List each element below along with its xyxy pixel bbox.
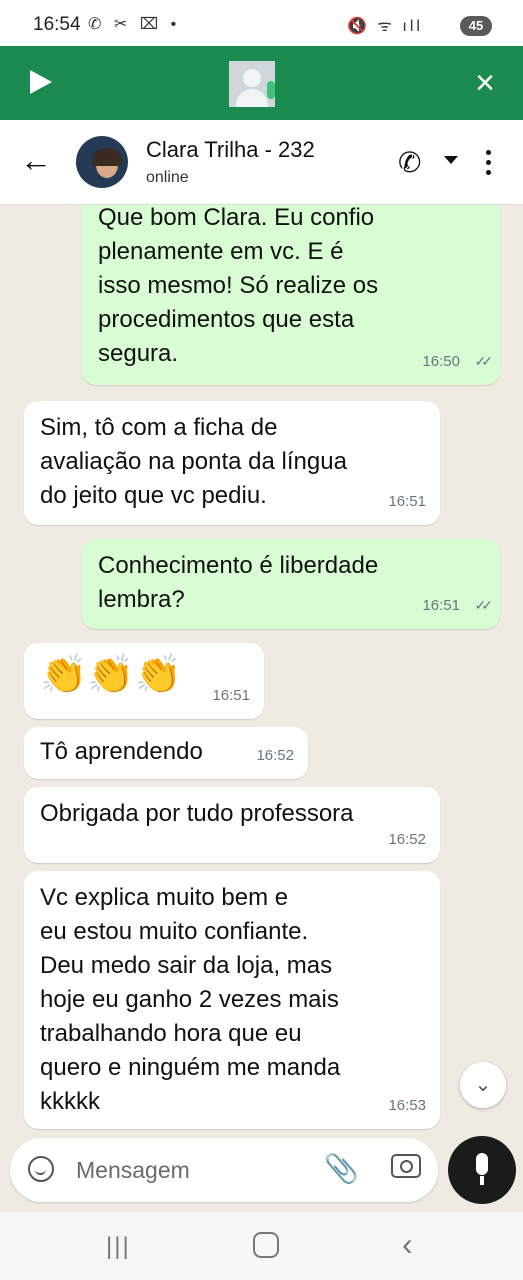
recents-icon[interactable]: ||| [106,1233,131,1261]
battery-icon: 45 [460,16,492,36]
message-time: 16:51 [212,687,250,704]
status-bar: 16:54 ✆ ✂ ⌧ • 🔇 ᯤ ıll 45 [0,0,523,46]
mic-icon [267,81,275,99]
status-time: 16:54 [33,14,81,35]
message-bubble[interactable]: Obrigada por tudo professora 16:52 [24,787,440,863]
message-time: 16:52 [388,831,426,848]
mic-stand [480,1176,484,1185]
voice-record-button[interactable] [448,1136,516,1204]
message-time: 16:51 [388,493,426,510]
message-bubble[interactable]: Sim, tô com a ficha de avaliação na pont… [24,401,440,525]
message-text: Obrigada por tudo professora [40,800,354,827]
message-time: 16:52 [256,747,294,764]
message-time: 16:51 [422,597,460,614]
chat-header: ← Clara Trilha - 232 online ✆ [0,120,523,205]
message-text: Vc explica muito bem e eu estou muito co… [40,884,341,1115]
clapping-hands-icon: 👏👏👏 [40,654,182,696]
emoji-icon[interactable] [28,1156,54,1182]
home-icon[interactable] [253,1232,279,1258]
ongoing-call-bar[interactable]: × [0,46,523,120]
mic-icon [476,1153,488,1175]
message-bubble[interactable]: Vc explica muito bem e eu estou muito co… [24,871,440,1129]
call-avatar[interactable] [229,61,275,107]
double-check-icon: ✓✓ [474,353,494,369]
chat-area[interactable]: Que bom Clara. Eu confio plenamente em v… [0,205,523,1135]
more-options-icon[interactable] [486,150,492,180]
message-bubble[interactable]: Que bom Clara. Eu confio plenamente em v… [82,205,500,385]
message-text: Tô aprendendo [40,738,203,765]
message-text: Que bom Clara. Eu confio plenamente em v… [98,205,379,367]
message-bubble[interactable]: Tô aprendendo 16:52 [24,727,308,779]
avatar-head [243,69,261,87]
avatar-hair [92,148,122,166]
message-time: 16:50 [422,353,460,370]
attach-icon[interactable]: 📎 [324,1152,359,1185]
play-icon[interactable] [30,70,52,94]
message-text: Conhecimento é liberdade lembra? [98,552,379,613]
avatar-body [236,89,268,107]
phone-call-icon[interactable]: ✆ [398,146,421,179]
back-icon[interactable]: ‹ [402,1226,413,1263]
message-input-bar[interactable]: Mensagem 📎 [10,1138,438,1202]
contact-status: online [146,169,189,186]
back-arrow-icon[interactable]: ← [20,144,52,176]
chevron-down-icon[interactable] [444,156,458,164]
message-input[interactable]: Mensagem [76,1157,190,1184]
message-text: Sim, tô com a ficha de avaliação na pont… [40,414,347,509]
message-time: 16:53 [388,1097,426,1114]
notification-icons: ✆ ✂ ⌧ • [88,16,181,33]
signal-icons: 🔇 ᯤ ıll [347,18,423,35]
system-nav-bar: ||| ‹ [0,1212,523,1280]
message-bubble[interactable]: Conhecimento é liberdade lembra? 16:51 ✓… [82,539,500,629]
message-bubble[interactable]: 👏👏👏 16:51 [24,643,264,719]
scroll-down-icon[interactable]: ⌄ [460,1062,506,1108]
contact-avatar[interactable] [76,136,128,188]
camera-icon[interactable] [391,1154,421,1178]
close-icon[interactable]: × [475,66,495,100]
contact-name[interactable]: Clara Trilha - 232 [146,137,315,163]
double-check-icon: ✓✓ [474,597,494,613]
